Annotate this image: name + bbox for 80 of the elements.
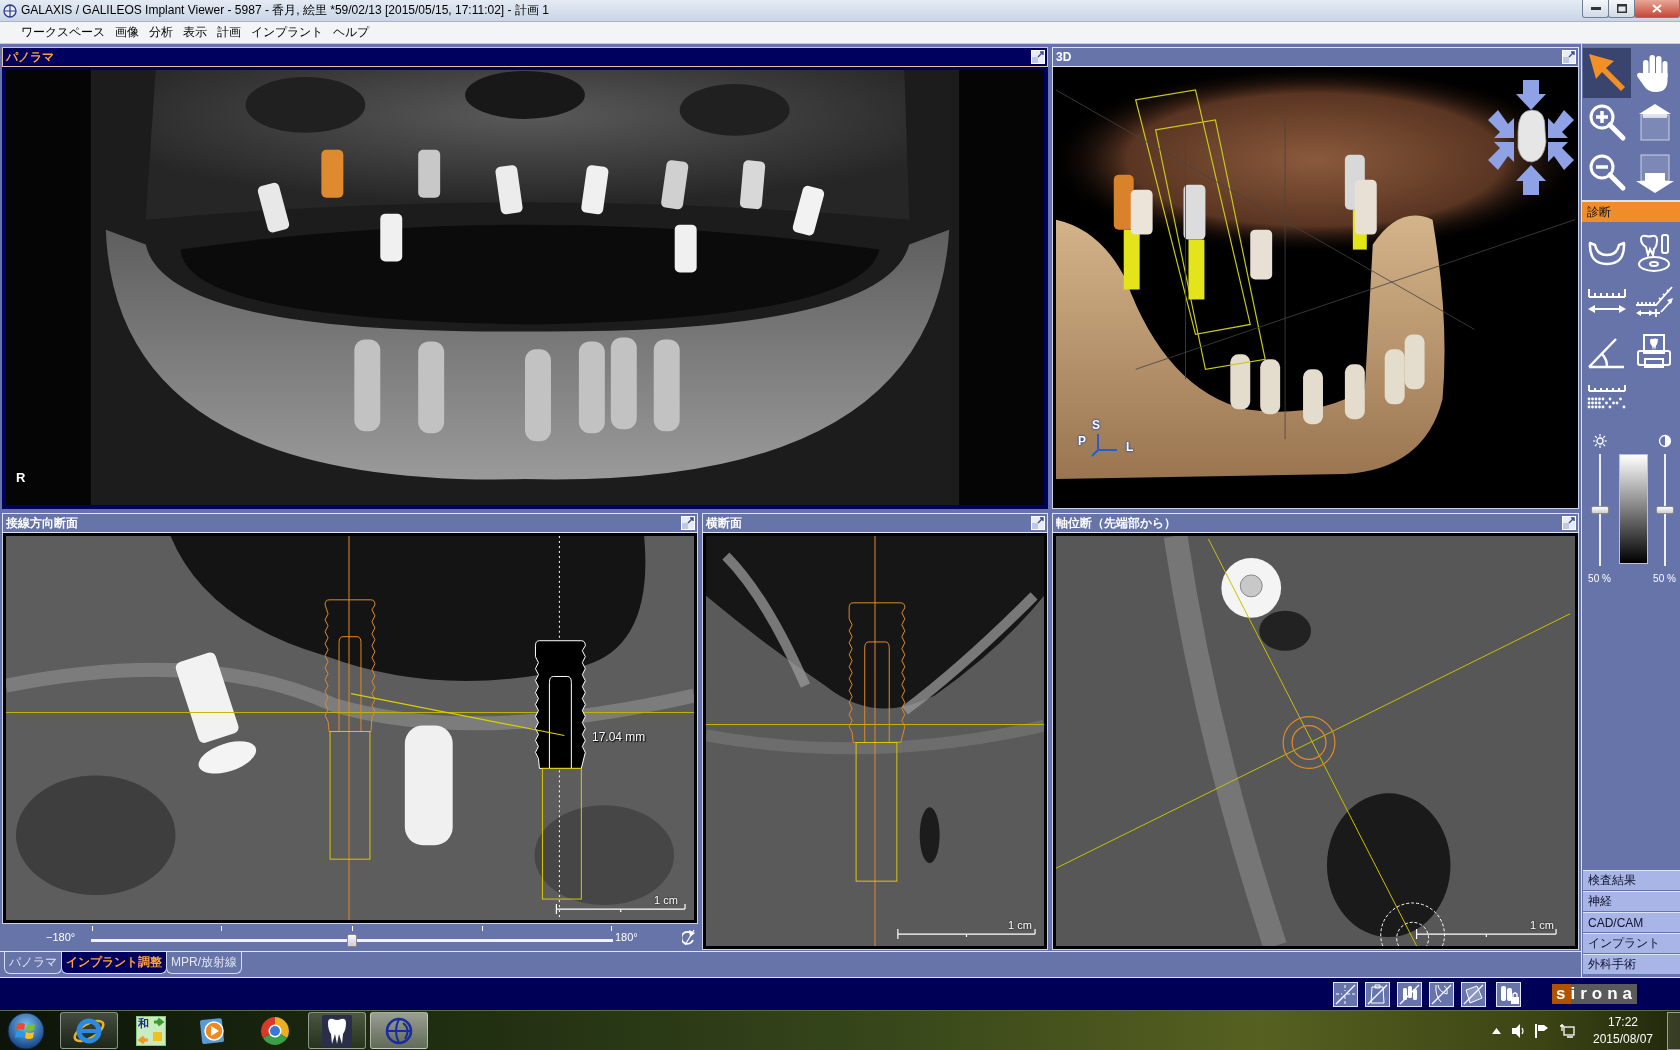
side-label: R (16, 470, 26, 485)
view-tab[interactable]: パノラマ (4, 952, 62, 974)
menu-item[interactable]: ワークスペース (16, 22, 110, 43)
taskbar-button[interactable]: 和 (122, 1012, 180, 1049)
angle-label: −180° (46, 931, 76, 943)
section-header: 診断 (1582, 200, 1680, 222)
menu-item[interactable]: ヘルプ (328, 22, 374, 43)
section-button[interactable]: インプラント (1583, 933, 1680, 953)
clock-time: 17:22 (1608, 1013, 1638, 1031)
network-icon[interactable] (1559, 1022, 1575, 1039)
view-tab[interactable]: インプラント調整 (61, 952, 167, 974)
minimize-icon (1590, 7, 1601, 10)
menu-item[interactable]: インプラント (246, 22, 328, 43)
maximize-icon[interactable] (1562, 50, 1576, 64)
speaker-icon[interactable] (1511, 1022, 1525, 1039)
window-title: GALAXIS / GALILEOS Implant Viewer - 5987 - 香月, 絵里 *59/02/13 [2015/05/15, 17:11:02] - 計画 1 (21, 2, 550, 19)
slider-reading: 50 % (1588, 573, 1611, 584)
panel-title: 3D (1056, 49, 1072, 65)
scale-label: 1 cm (654, 894, 678, 906)
panel-title: パノラマ (6, 49, 54, 65)
clock-date: 2015/08/07 (1592, 1030, 1654, 1048)
implants-toggle-icon[interactable] (1397, 981, 1422, 1007)
plane-toggle-icon[interactable] (1461, 981, 1486, 1007)
brand-logo: sirona (1552, 984, 1638, 1004)
menu-item[interactable]: 計画 (212, 22, 246, 43)
app-icon (3, 3, 17, 18)
maximize-icon[interactable] (1031, 516, 1045, 530)
sun-icon (1592, 434, 1607, 448)
rotate-icon[interactable] (682, 928, 695, 946)
tray-expand-icon[interactable] (1492, 1027, 1501, 1034)
slider-reading: 50 % (1653, 573, 1676, 584)
view-tab[interactable]: MPR/放射線 (166, 952, 242, 974)
target-ring (1282, 715, 1336, 770)
menu-item[interactable]: 表示 (178, 22, 212, 43)
taskbar-button[interactable] (370, 1012, 428, 1049)
menu-item[interactable]: 画像 (110, 22, 144, 43)
section-button[interactable]: 検査結果 (1583, 870, 1680, 890)
panel-title: 軸位断（先端部から） (1056, 515, 1176, 531)
start-orb-icon[interactable] (6, 1011, 46, 1050)
tool-button[interactable] (1583, 48, 1631, 98)
implant-lock-icon[interactable] (1496, 981, 1521, 1007)
close-button[interactable] (1634, 0, 1680, 18)
axis-label: L (1126, 440, 1134, 454)
axis-label: S (1092, 418, 1100, 432)
clipboard-toggle-icon[interactable] (1365, 981, 1390, 1007)
head-orientation-icon[interactable] (1488, 80, 1574, 195)
taskbar-button[interactable] (308, 1012, 366, 1049)
nerve-toggle-icon[interactable] (1429, 981, 1454, 1007)
maximize-icon[interactable] (1031, 50, 1045, 64)
flag-icon[interactable] (1535, 1023, 1549, 1038)
measurement-label: 17.04 mm (592, 730, 646, 744)
axis-icon (1090, 432, 1118, 458)
slider-thumb[interactable] (347, 934, 357, 947)
maximize-icon[interactable] (681, 516, 695, 530)
browser-icon (259, 1014, 291, 1047)
minimize-button[interactable] (1582, 0, 1609, 18)
maximize-icon (1616, 4, 1627, 13)
box-arrow-down-icon (1634, 151, 1676, 195)
slider-thumb[interactable] (1590, 506, 1609, 514)
crosshair-toggle-icon[interactable] (1333, 981, 1358, 1007)
cursor-ring (1380, 902, 1445, 946)
slider-thumb[interactable] (1655, 506, 1674, 514)
maximize-icon[interactable] (1562, 516, 1576, 530)
contrast-icon (1657, 434, 1672, 448)
panel-title: 接線方向断面 (6, 515, 78, 531)
taskbar-button[interactable] (60, 1012, 118, 1049)
panel-title: 横断面 (706, 515, 742, 531)
section-button[interactable]: CAD/CAM (1583, 912, 1680, 932)
maximize-button[interactable] (1608, 0, 1635, 18)
section-button[interactable]: 神経 (1583, 891, 1680, 911)
axis-label: P (1078, 434, 1086, 448)
close-icon (1652, 4, 1662, 13)
section-button[interactable]: 外科手術 (1583, 954, 1680, 974)
tooth-icon (322, 1014, 352, 1047)
menu-item[interactable]: 分析 (144, 22, 178, 43)
scale-label: 1 cm (1008, 919, 1032, 931)
show-desktop-button[interactable] (1667, 1011, 1680, 1050)
converter-icon: 和 (136, 1015, 166, 1046)
angle-label: 180° (615, 931, 638, 943)
scale-label: 1 cm (1530, 919, 1554, 931)
